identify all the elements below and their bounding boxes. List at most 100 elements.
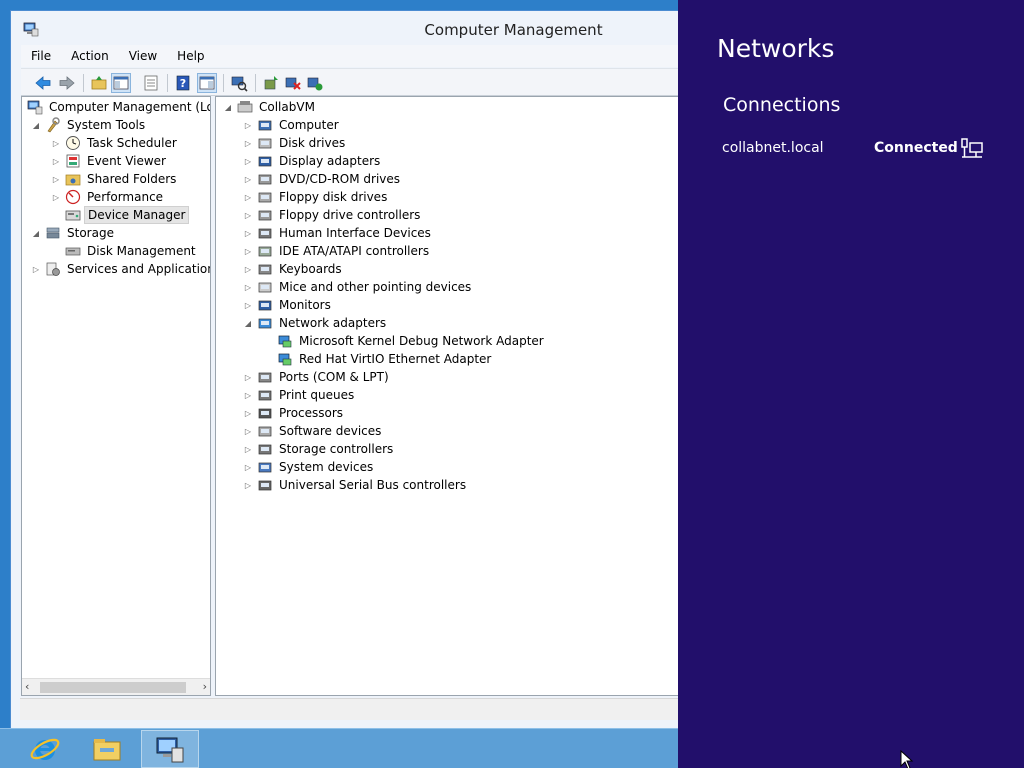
collapse-arrow-icon[interactable]: ◢ bbox=[242, 317, 254, 329]
horizontal-scrollbar[interactable]: ‹ › bbox=[22, 678, 210, 695]
update-driver-button[interactable] bbox=[261, 73, 281, 93]
taskbar-file-explorer[interactable] bbox=[78, 730, 136, 768]
tree-item-computer-management[interactable]: Computer Management (Local bbox=[24, 98, 210, 116]
device-category-computer[interactable]: ▷ Computer bbox=[242, 116, 342, 134]
device-category-label: Mice and other pointing devices bbox=[279, 280, 472, 294]
device-category-disk-drives[interactable]: ▷ Disk drives bbox=[242, 134, 348, 152]
expand-arrow-icon[interactable]: ▷ bbox=[242, 209, 254, 221]
device-category-floppy-disk-drives[interactable]: ▷ Floppy disk drives bbox=[242, 188, 390, 206]
expand-arrow-icon[interactable]: ▷ bbox=[242, 245, 254, 257]
forward-button[interactable] bbox=[57, 73, 77, 93]
menu-view[interactable]: View bbox=[119, 45, 167, 67]
collapse-arrow-icon[interactable]: ◢ bbox=[30, 227, 42, 239]
device-category-ports-com-lpt[interactable]: ▷ Ports (COM & LPT) bbox=[242, 368, 392, 386]
menu-help[interactable]: Help bbox=[167, 45, 214, 67]
collapse-arrow-icon[interactable]: ◢ bbox=[30, 119, 42, 131]
expand-arrow-icon[interactable]: ▷ bbox=[50, 137, 62, 149]
properties-button[interactable] bbox=[141, 73, 161, 93]
action-pane-icon bbox=[199, 76, 215, 90]
network-adapter-item[interactable]: Red Hat VirtIO Ethernet Adapter bbox=[274, 350, 494, 368]
expand-arrow-icon[interactable]: ▷ bbox=[242, 137, 254, 149]
device-category-display-adapters[interactable]: ▷ Display adapters bbox=[242, 152, 383, 170]
expand-arrow-icon[interactable]: ▷ bbox=[242, 407, 254, 419]
back-button[interactable] bbox=[33, 73, 53, 93]
device-category-icon bbox=[258, 480, 272, 491]
menu-file[interactable]: File bbox=[21, 45, 61, 67]
uninstall-device-button[interactable] bbox=[283, 73, 303, 93]
taskbar bbox=[0, 728, 678, 768]
disk-icon bbox=[65, 247, 81, 256]
scroll-left-arrow-icon[interactable]: ‹ bbox=[25, 680, 29, 693]
expand-arrow-icon[interactable]: ▷ bbox=[242, 389, 254, 401]
expand-arrow-icon[interactable]: ▷ bbox=[242, 479, 254, 491]
network-adapter-icon bbox=[278, 335, 292, 348]
network-adapter-item[interactable]: Microsoft Kernel Debug Network Adapter bbox=[274, 332, 547, 350]
device-category-human-interface-devices[interactable]: ▷ Human Interface Devices bbox=[242, 224, 434, 242]
show-hide-action-pane-button[interactable] bbox=[197, 73, 217, 93]
device-tree-root[interactable]: ◢ CollabVM bbox=[222, 98, 318, 116]
expand-arrow-icon[interactable]: ▷ bbox=[242, 371, 254, 383]
expand-arrow-icon[interactable]: ▷ bbox=[50, 173, 62, 185]
expand-arrow-icon[interactable]: ▷ bbox=[242, 227, 254, 239]
tree-label: Task Scheduler bbox=[87, 136, 177, 150]
up-one-level-button[interactable] bbox=[89, 73, 109, 93]
show-hide-console-tree-button[interactable] bbox=[111, 73, 131, 93]
device-category-system-devices[interactable]: ▷ System devices bbox=[242, 458, 376, 476]
network-name: collabnet.local bbox=[722, 140, 824, 156]
expand-arrow-icon[interactable]: ▷ bbox=[242, 119, 254, 131]
device-category-icon bbox=[258, 408, 272, 419]
tree-item-shared-folders[interactable]: ▷ Shared Folders bbox=[50, 170, 179, 188]
device-category-software-devices[interactable]: ▷ Software devices bbox=[242, 422, 384, 440]
scrollbar-thumb[interactable] bbox=[40, 682, 186, 693]
expand-arrow-icon[interactable]: ▷ bbox=[242, 425, 254, 437]
expand-arrow-icon[interactable]: ▷ bbox=[50, 191, 62, 203]
expand-arrow-icon[interactable]: ▷ bbox=[242, 173, 254, 185]
expand-arrow-icon[interactable]: ▷ bbox=[30, 263, 42, 275]
update-driver-icon bbox=[264, 76, 278, 90]
scroll-right-arrow-icon[interactable]: › bbox=[203, 680, 207, 693]
expand-arrow-icon[interactable]: ▷ bbox=[242, 443, 254, 455]
device-category-network-adapters[interactable]: ◢ Network adapters bbox=[242, 314, 389, 332]
console-tree-icon bbox=[113, 76, 129, 90]
help-button[interactable]: ? bbox=[173, 73, 193, 93]
tree-item-event-viewer[interactable]: ▷ Event Viewer bbox=[50, 152, 169, 170]
tree-label: Performance bbox=[87, 190, 164, 204]
device-category-print-queues[interactable]: ▷ Print queues bbox=[242, 386, 357, 404]
device-category-ide-ata-atapi-controllers[interactable]: ▷ IDE ATA/ATAPI controllers bbox=[242, 242, 432, 260]
expand-arrow-icon[interactable]: ▷ bbox=[242, 155, 254, 167]
device-category-icon bbox=[258, 390, 272, 401]
tree-item-task-scheduler[interactable]: ▷ Task Scheduler bbox=[50, 134, 180, 152]
tree-item-system-tools[interactable]: ◢ System Tools bbox=[30, 116, 148, 134]
device-category-processors[interactable]: ▷ Processors bbox=[242, 404, 346, 422]
menu-action[interactable]: Action bbox=[61, 45, 119, 67]
device-category-monitors[interactable]: ▷ Monitors bbox=[242, 296, 334, 314]
expand-arrow-icon[interactable]: ▷ bbox=[242, 191, 254, 203]
tree-item-disk-management[interactable]: Disk Management bbox=[62, 242, 199, 260]
uninstall-icon bbox=[285, 77, 301, 90]
network-item[interactable]: collabnet.local Connected bbox=[722, 138, 992, 160]
tree-item-services-and-applications[interactable]: ▷ Services and Applications bbox=[30, 260, 210, 278]
taskbar-computer-management[interactable] bbox=[141, 730, 199, 768]
enable-device-button[interactable] bbox=[305, 73, 325, 93]
title-bar[interactable]: Computer Management bbox=[11, 11, 709, 45]
expand-arrow-icon[interactable]: ▷ bbox=[242, 461, 254, 473]
device-category-icon bbox=[258, 228, 272, 239]
taskbar-internet-explorer[interactable] bbox=[16, 730, 74, 768]
tree-item-device-manager[interactable]: Device Manager bbox=[62, 206, 190, 224]
device-category-mice-and-other-pointing-devices[interactable]: ▷ Mice and other pointing devices bbox=[242, 278, 474, 296]
device-category-floppy-drive-controllers[interactable]: ▷ Floppy drive controllers bbox=[242, 206, 423, 224]
expand-arrow-icon[interactable]: ▷ bbox=[242, 281, 254, 293]
toolbar-separator bbox=[223, 74, 224, 92]
collapse-arrow-icon[interactable]: ◢ bbox=[222, 101, 234, 113]
device-category-keyboards[interactable]: ▷ Keyboards bbox=[242, 260, 345, 278]
device-category-storage-controllers[interactable]: ▷ Storage controllers bbox=[242, 440, 396, 458]
expand-arrow-icon[interactable]: ▷ bbox=[242, 263, 254, 275]
performance-icon bbox=[65, 189, 81, 205]
scan-hardware-button[interactable] bbox=[229, 73, 249, 93]
device-category-universal-serial-bus-controllers[interactable]: ▷ Universal Serial Bus controllers bbox=[242, 476, 469, 494]
tree-item-storage[interactable]: ◢ Storage bbox=[30, 224, 117, 242]
device-category-dvd-cd-rom-drives[interactable]: ▷ DVD/CD-ROM drives bbox=[242, 170, 403, 188]
tree-item-performance[interactable]: ▷ Performance bbox=[50, 188, 166, 206]
expand-arrow-icon[interactable]: ▷ bbox=[50, 155, 62, 167]
expand-arrow-icon[interactable]: ▷ bbox=[242, 299, 254, 311]
